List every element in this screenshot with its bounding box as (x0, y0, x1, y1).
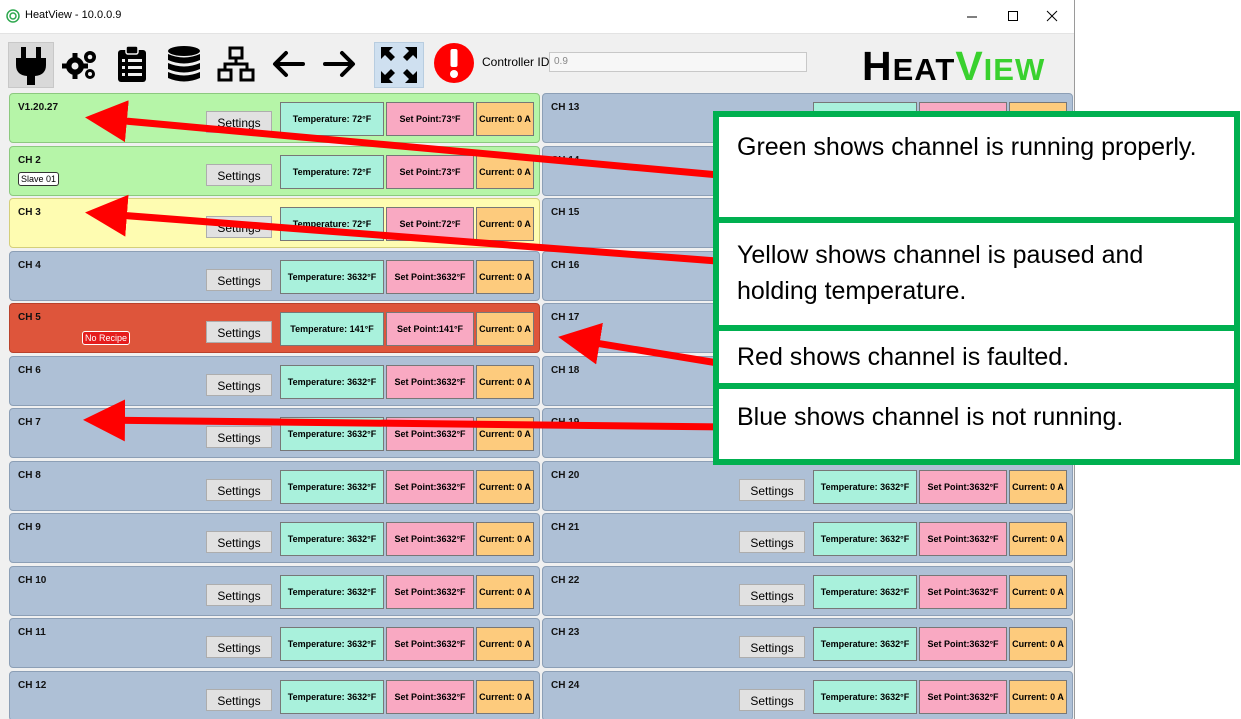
annotation-arrow-yellow (85, 194, 731, 266)
legend-item-yellow: Yellow shows channel is paused and holdi… (719, 223, 1234, 331)
status-legend: Green shows channel is running properly.… (713, 111, 1240, 465)
annotation-arrow-red (558, 322, 731, 369)
annotation-arrow-blue (83, 399, 731, 442)
legend-item-red: Red shows channel is faulted. (719, 331, 1234, 389)
legend-item-green: Green shows channel is running properly. (719, 117, 1234, 223)
annotation-arrow-green (85, 100, 731, 180)
legend-item-blue: Blue shows channel is not running. (737, 403, 1124, 431)
